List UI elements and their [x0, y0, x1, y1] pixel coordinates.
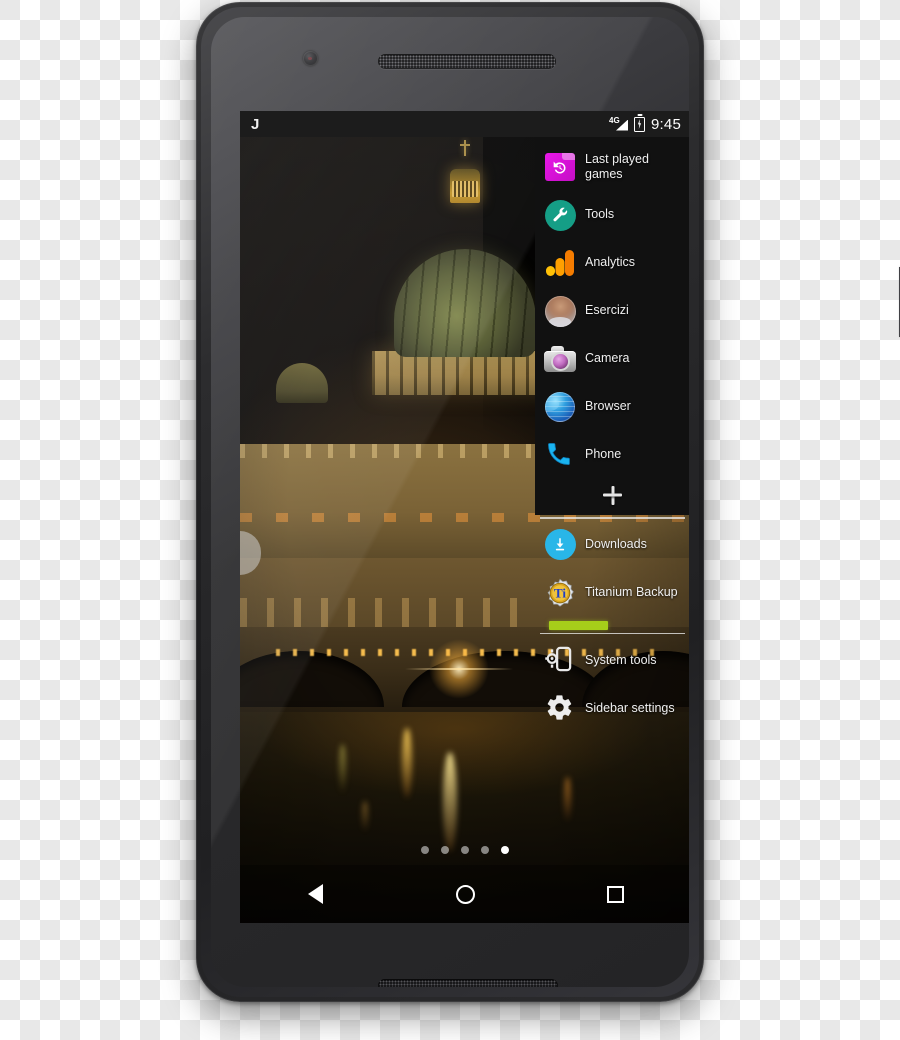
wrench-icon — [544, 199, 576, 231]
sidebar-item-system-tools[interactable]: System tools — [535, 636, 689, 684]
network-type-label: 4G — [609, 115, 620, 125]
charging-bolt-icon — [637, 119, 642, 129]
sidebar-item-titanium-backup[interactable]: Ti Titanium Backup — [535, 569, 689, 617]
sidebar-item-label: Sidebar settings — [585, 700, 675, 715]
android-navigation-bar[interactable] — [240, 865, 689, 923]
sidebar-item-label: System tools — [585, 652, 657, 667]
sidebar-item-label: Downloads — [585, 536, 647, 551]
phone-glass: J 4G 9:45 Last played games Tools Analyt… — [211, 17, 689, 987]
page-dot[interactable] — [461, 846, 469, 854]
home-button[interactable] — [435, 875, 495, 913]
status-bar-left: J — [251, 117, 259, 132]
bottom-speaker — [378, 979, 558, 987]
sidebar-item-camera[interactable]: Camera — [535, 335, 689, 383]
sidebar-divider-bottom — [540, 632, 685, 635]
status-bar[interactable]: J 4G 9:45 — [240, 111, 689, 137]
sidebar-item-sidebar-settings[interactable]: Sidebar settings — [535, 684, 689, 732]
contact-avatar-icon — [544, 295, 576, 327]
signal-strength-icon: 4G — [609, 115, 628, 132]
sidebar-item-label: Tools — [585, 207, 615, 222]
phone-device: J 4G 9:45 Last played games Tools Analyt… — [196, 2, 900, 1002]
browser-globe-icon — [544, 391, 576, 423]
sidebar-item-phone[interactable]: Phone — [535, 431, 689, 479]
sidebar-item-downloads[interactable]: Downloads — [535, 521, 689, 569]
phone-gear-icon — [544, 644, 576, 676]
app-sidebar[interactable]: Last played games Tools Analytics Eserci… — [535, 137, 689, 923]
page-dot[interactable] — [481, 846, 489, 854]
page-dot[interactable] — [421, 846, 429, 854]
download-icon — [544, 529, 576, 561]
sidebar-top-section: Last played games Tools Analytics Eserci… — [535, 137, 689, 515]
back-button[interactable] — [285, 875, 345, 913]
plus-icon — [603, 486, 622, 505]
battery-charging-icon — [634, 116, 645, 132]
sidebar-item-last-played-games[interactable]: Last played games — [535, 143, 689, 191]
recents-button[interactable] — [585, 875, 645, 913]
sidebar-progress-fill — [549, 620, 608, 630]
page-dot-active[interactable] — [501, 846, 509, 854]
front-camera-icon — [303, 51, 318, 66]
sidebar-item-label: Phone — [585, 447, 622, 462]
sidebar-progress-bar — [549, 620, 682, 630]
sidebar-item-tools[interactable]: Tools — [535, 191, 689, 239]
recents-square-icon — [606, 885, 624, 903]
status-bar-right: 4G 9:45 — [609, 116, 681, 133]
titanium-backup-icon: Ti — [544, 577, 576, 609]
svg-text:Ti: Ti — [554, 585, 567, 600]
gear-icon — [544, 692, 576, 724]
home-circle-icon — [455, 884, 475, 904]
last-played-games-icon — [544, 151, 576, 183]
back-triangle-icon — [307, 884, 323, 904]
sidebar-item-label: Last played games — [585, 151, 649, 181]
sidebar-item-label: Browser — [585, 399, 631, 414]
phone-bezel: J 4G 9:45 Last played games Tools Analyt… — [201, 7, 699, 997]
phone-handset-icon — [544, 439, 576, 471]
sidebar-item-browser[interactable]: Browser — [535, 383, 689, 431]
notification-badge-j: J — [251, 115, 260, 133]
phone-screen[interactable]: J 4G 9:45 Last played games Tools Analyt… — [240, 111, 689, 923]
clock-label: 9:45 — [651, 115, 681, 133]
sidebar-item-label: Titanium Backup — [585, 584, 678, 599]
sidebar-add-shortcut-button[interactable] — [535, 479, 689, 511]
sidebar-item-label: Esercizi — [585, 303, 629, 318]
sidebar-item-label: Camera — [585, 351, 630, 366]
earpiece-speaker — [378, 54, 556, 69]
google-analytics-icon — [544, 247, 576, 279]
sidebar-item-analytics[interactable]: Analytics — [535, 239, 689, 287]
page-dot[interactable] — [441, 846, 449, 854]
camera-icon — [544, 343, 576, 375]
sidebar-divider-top — [540, 517, 685, 519]
sidebar-item-label: Analytics — [585, 255, 636, 270]
sidebar-item-esercizi[interactable]: Esercizi — [535, 287, 689, 335]
sidebar-bottom-section: Downloads Ti Titanium Backup System tool… — [535, 521, 689, 733]
